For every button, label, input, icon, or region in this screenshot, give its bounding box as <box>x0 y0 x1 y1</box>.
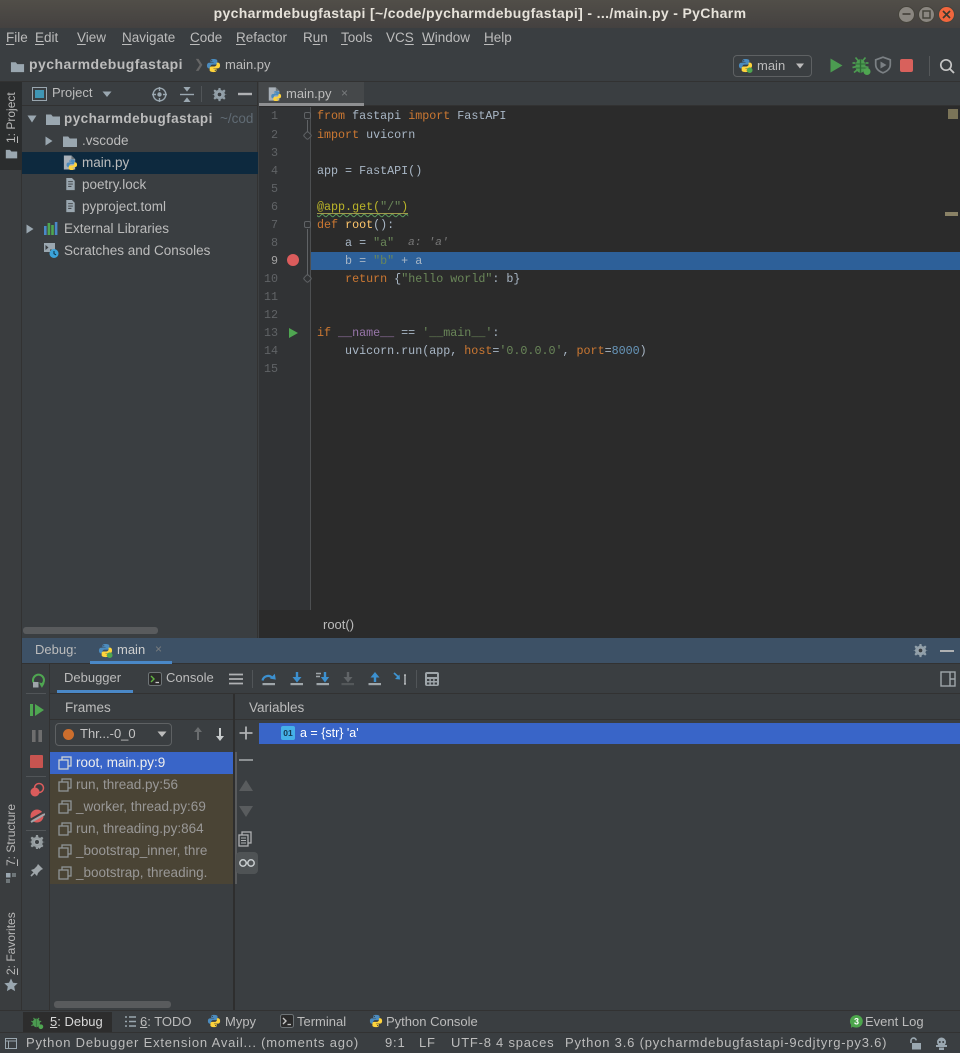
svg-text:3: 3 <box>854 1017 859 1027</box>
